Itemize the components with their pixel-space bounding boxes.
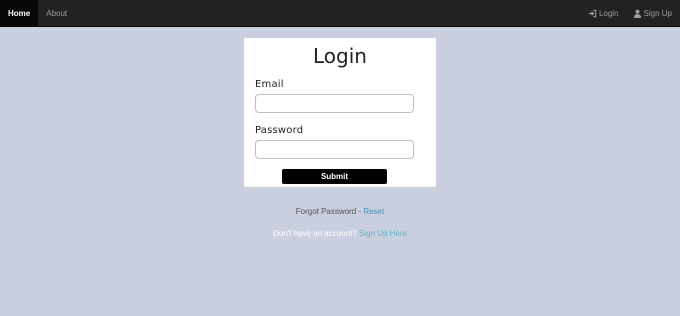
email-label: Email xyxy=(255,79,284,90)
no-account-text: Don't have an account? xyxy=(272,229,359,238)
reset-link[interactable]: Reset xyxy=(363,207,384,216)
password-label: Password xyxy=(255,125,304,136)
password-input[interactable] xyxy=(255,140,414,159)
nav-signup-label: Sign Up xyxy=(643,9,672,18)
login-title: Login xyxy=(313,44,367,68)
nav-signup-link[interactable]: Sign Up xyxy=(633,0,672,27)
forgot-password-text: Forgot Password - xyxy=(295,207,364,216)
login-arrow-icon xyxy=(588,9,597,18)
forgot-password-line: Forgot Password - Reset xyxy=(0,207,680,216)
nav-about-link[interactable]: About xyxy=(38,0,75,27)
navbar: Home About Login Sign Up xyxy=(0,0,680,27)
nav-home-link[interactable]: Home xyxy=(0,0,39,27)
user-icon xyxy=(633,9,642,18)
signup-line: Don't have an account? Sign Up Here xyxy=(0,229,680,238)
signup-here-link[interactable]: Sign Up Here xyxy=(359,229,407,238)
login-card: Login Email Password Submit xyxy=(244,38,436,187)
nav-right: Login Sign Up xyxy=(588,0,672,27)
email-input[interactable] xyxy=(255,94,414,113)
submit-button[interactable]: Submit xyxy=(282,169,387,184)
nav-left: Home About xyxy=(0,0,75,27)
nav-login-label: Login xyxy=(598,9,619,18)
nav-login-link[interactable]: Login xyxy=(588,0,619,27)
